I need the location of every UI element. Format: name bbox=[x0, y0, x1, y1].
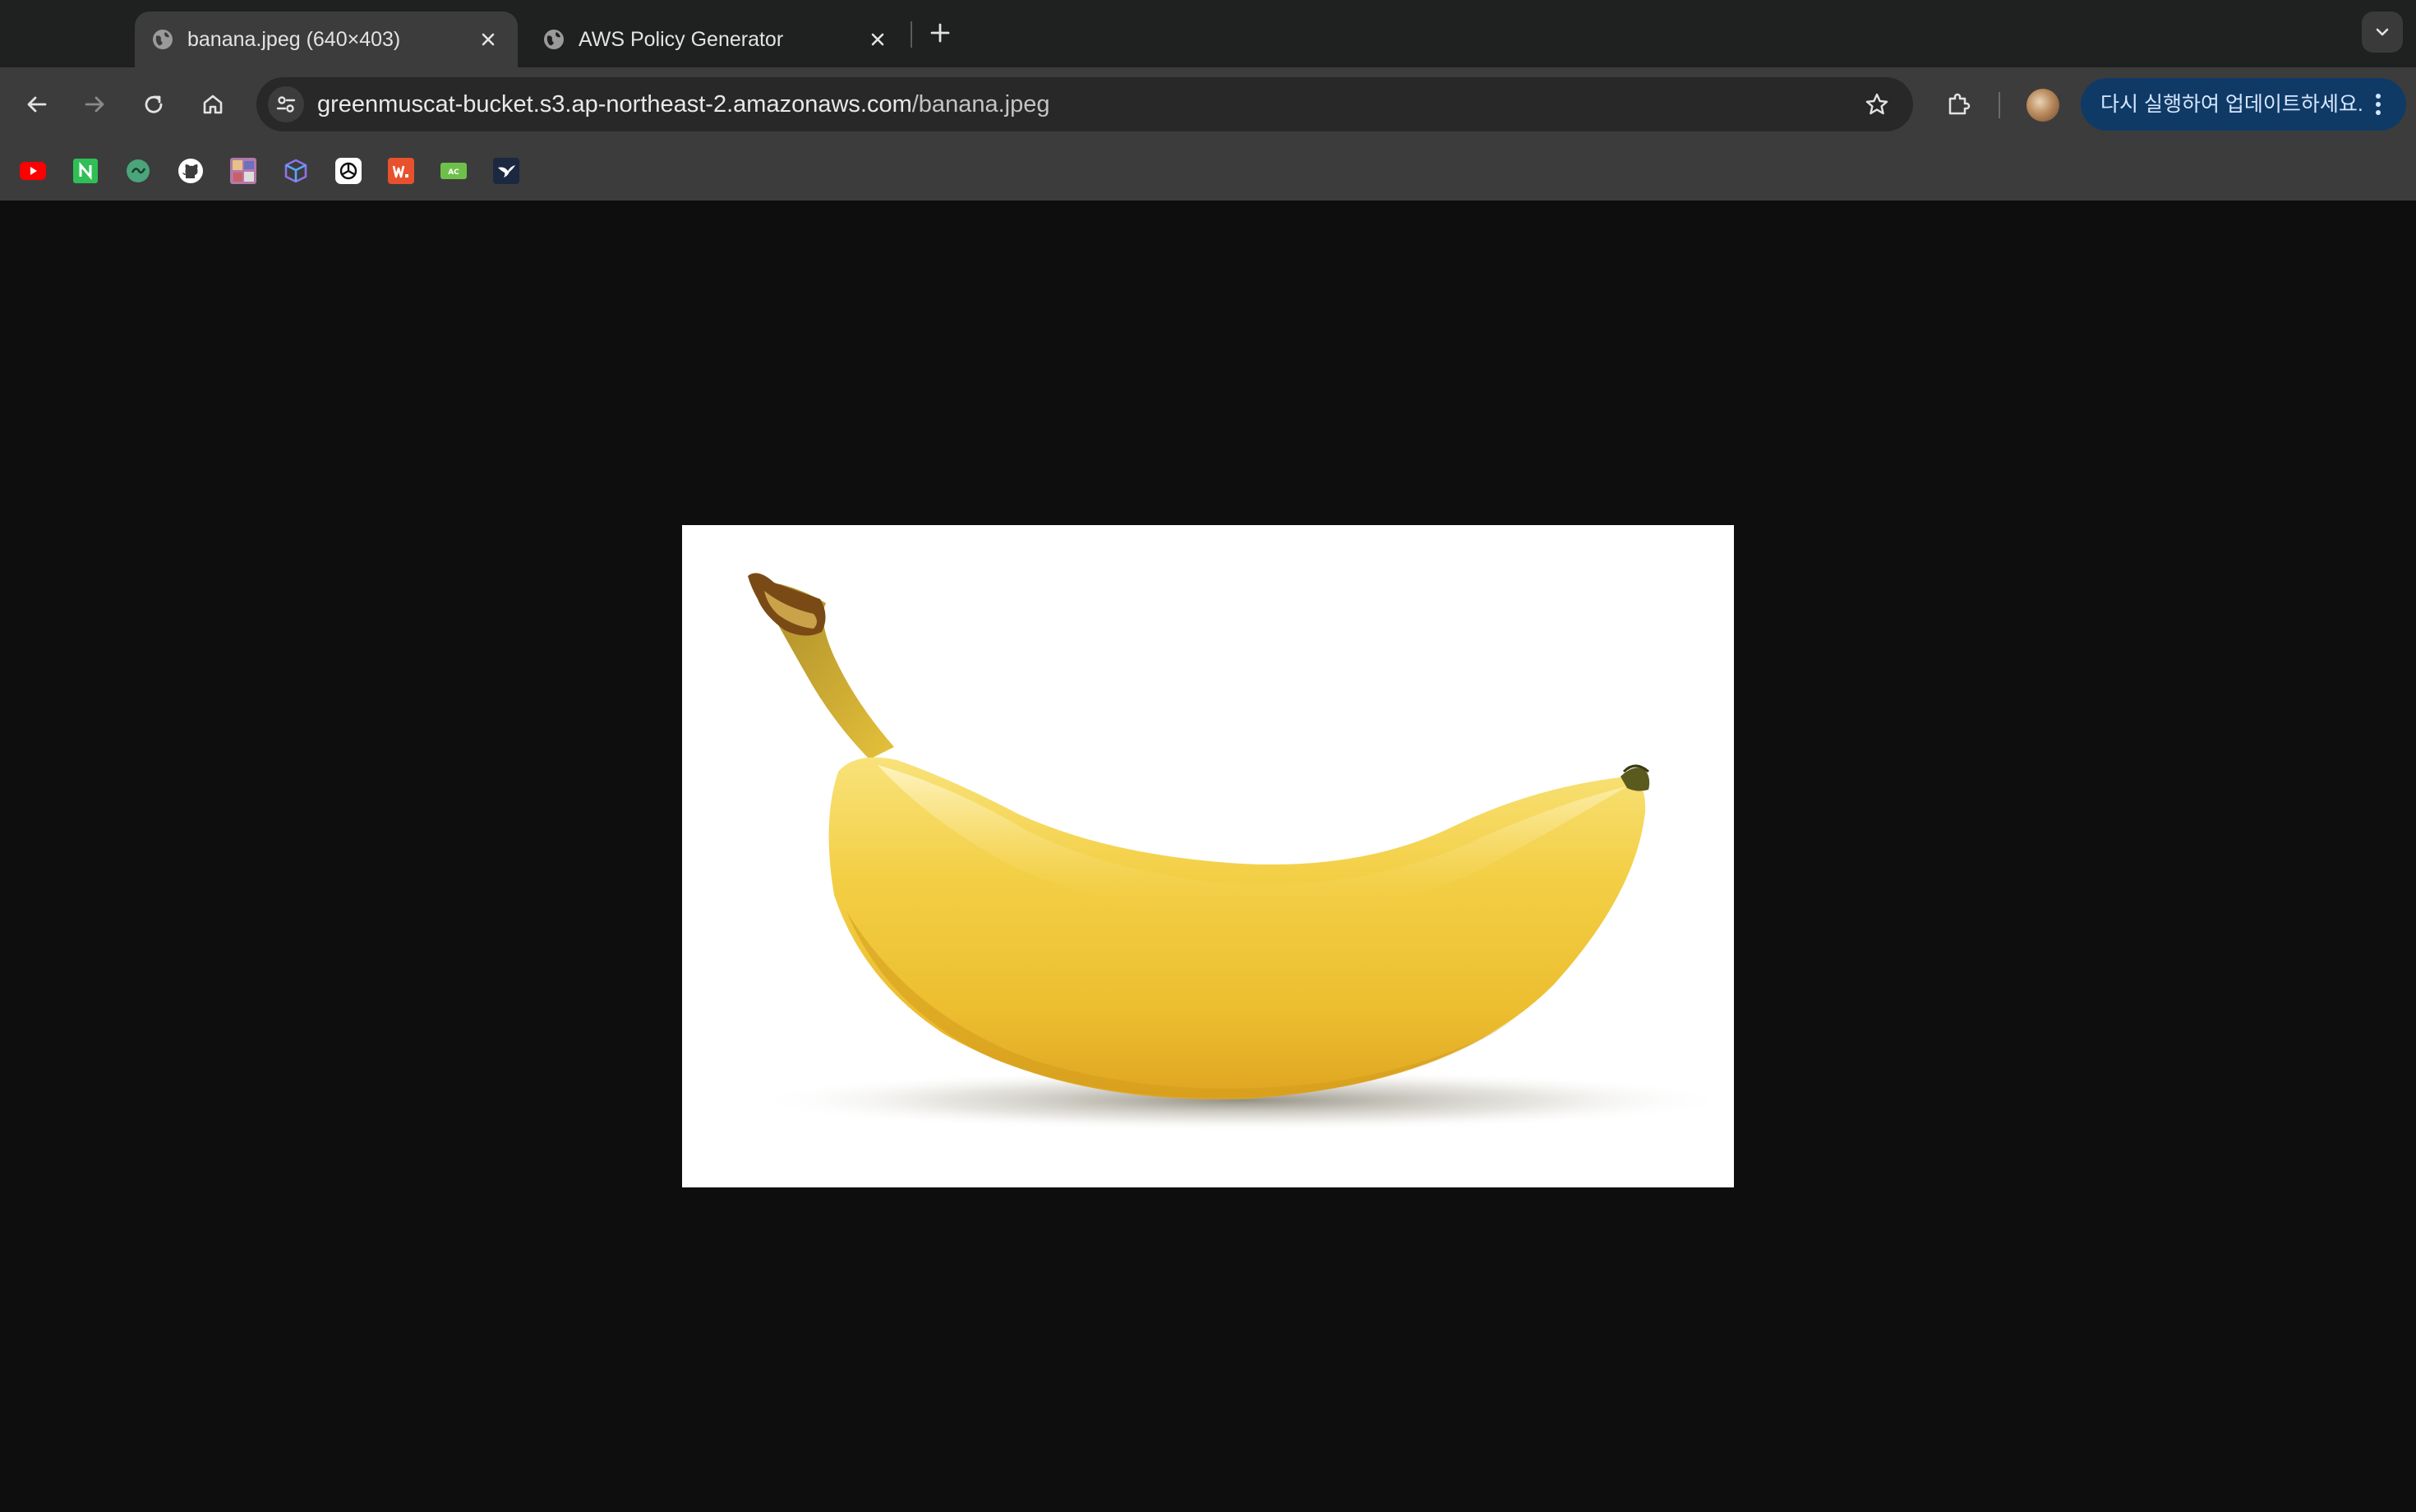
toolbar: greenmuscat-bucket.s3.ap-northeast-2.ama… bbox=[0, 67, 2416, 141]
tab-aws-policy-generator[interactable]: AWS Policy Generator bbox=[526, 12, 909, 67]
new-tab-button[interactable] bbox=[924, 16, 957, 49]
banana-image[interactable] bbox=[682, 525, 1734, 1187]
bookmarks-bar: AC bbox=[0, 141, 2416, 201]
tab-title: banana.jpeg (640×403) bbox=[187, 28, 401, 51]
bookmark-ac[interactable]: AC bbox=[439, 156, 468, 186]
bird-icon bbox=[493, 158, 519, 184]
bookmark-cube[interactable] bbox=[281, 156, 311, 186]
bookmark-orange-w[interactable] bbox=[386, 156, 416, 186]
toolbar-separator bbox=[1999, 92, 2000, 118]
youtube-icon bbox=[20, 161, 46, 181]
svg-text:AC: AC bbox=[448, 168, 459, 177]
kebab-menu-icon[interactable] bbox=[2365, 91, 2391, 118]
update-label: 다시 실행하여 업데이트하세요. bbox=[2100, 93, 2363, 116]
url-host: greenmuscat-bucket.s3.ap-northeast-2.ama… bbox=[317, 91, 912, 118]
bookmark-github[interactable] bbox=[176, 156, 205, 186]
github-icon bbox=[178, 158, 204, 184]
chevron-down-icon bbox=[2373, 23, 2391, 41]
globe-icon bbox=[542, 28, 565, 51]
green-circle-icon bbox=[126, 159, 150, 183]
ac-icon: AC bbox=[440, 163, 467, 179]
reload-icon bbox=[141, 92, 166, 117]
cube-icon bbox=[283, 158, 309, 184]
star-icon bbox=[1864, 91, 1890, 118]
bookmark-notion-n[interactable] bbox=[71, 156, 100, 186]
profile-avatar[interactable] bbox=[2026, 89, 2059, 122]
url-path: /banana.jpeg bbox=[911, 91, 1050, 118]
bookmark-youtube[interactable] bbox=[18, 156, 48, 186]
extensions-button[interactable] bbox=[1939, 85, 1977, 123]
puzzle-icon bbox=[1944, 90, 1972, 118]
url-text[interactable]: greenmuscat-bucket.s3.ap-northeast-2.ama… bbox=[317, 77, 1049, 131]
photo-icon bbox=[230, 158, 256, 184]
bookmark-star-button[interactable] bbox=[1860, 88, 1893, 121]
reload-button[interactable] bbox=[135, 85, 173, 123]
site-info-button[interactable] bbox=[268, 86, 304, 122]
bookmark-photo[interactable] bbox=[228, 156, 258, 186]
arrow-left-icon bbox=[25, 92, 49, 117]
forward-button[interactable] bbox=[76, 85, 113, 123]
tab-banana[interactable]: banana.jpeg (640×403) bbox=[135, 12, 518, 67]
orange-w-icon bbox=[388, 158, 414, 184]
tab-title: AWS Policy Generator bbox=[579, 28, 784, 51]
openai-icon bbox=[335, 158, 362, 184]
back-button[interactable] bbox=[18, 85, 56, 123]
address-bar[interactable]: greenmuscat-bucket.s3.ap-northeast-2.ama… bbox=[256, 77, 1913, 131]
banana-illustration bbox=[748, 573, 1734, 1132]
arrow-right-icon bbox=[82, 92, 107, 117]
bookmark-openai[interactable] bbox=[334, 156, 363, 186]
tab-strip: banana.jpeg (640×403) AWS Policy Generat… bbox=[0, 0, 2416, 67]
home-button[interactable] bbox=[194, 85, 232, 123]
bookmark-green-circle[interactable] bbox=[123, 156, 153, 186]
home-icon bbox=[201, 92, 225, 117]
globe-icon bbox=[151, 28, 174, 51]
bookmark-bird[interactable] bbox=[491, 156, 521, 186]
close-icon[interactable] bbox=[863, 25, 892, 54]
tab-separator bbox=[911, 21, 912, 48]
tab-search-button[interactable] bbox=[2362, 12, 2403, 53]
tune-icon bbox=[275, 94, 297, 115]
update-button[interactable]: 다시 실행하여 업데이트하세요. bbox=[2081, 78, 2406, 131]
close-icon[interactable] bbox=[473, 25, 503, 54]
notion-n-icon bbox=[73, 159, 98, 183]
